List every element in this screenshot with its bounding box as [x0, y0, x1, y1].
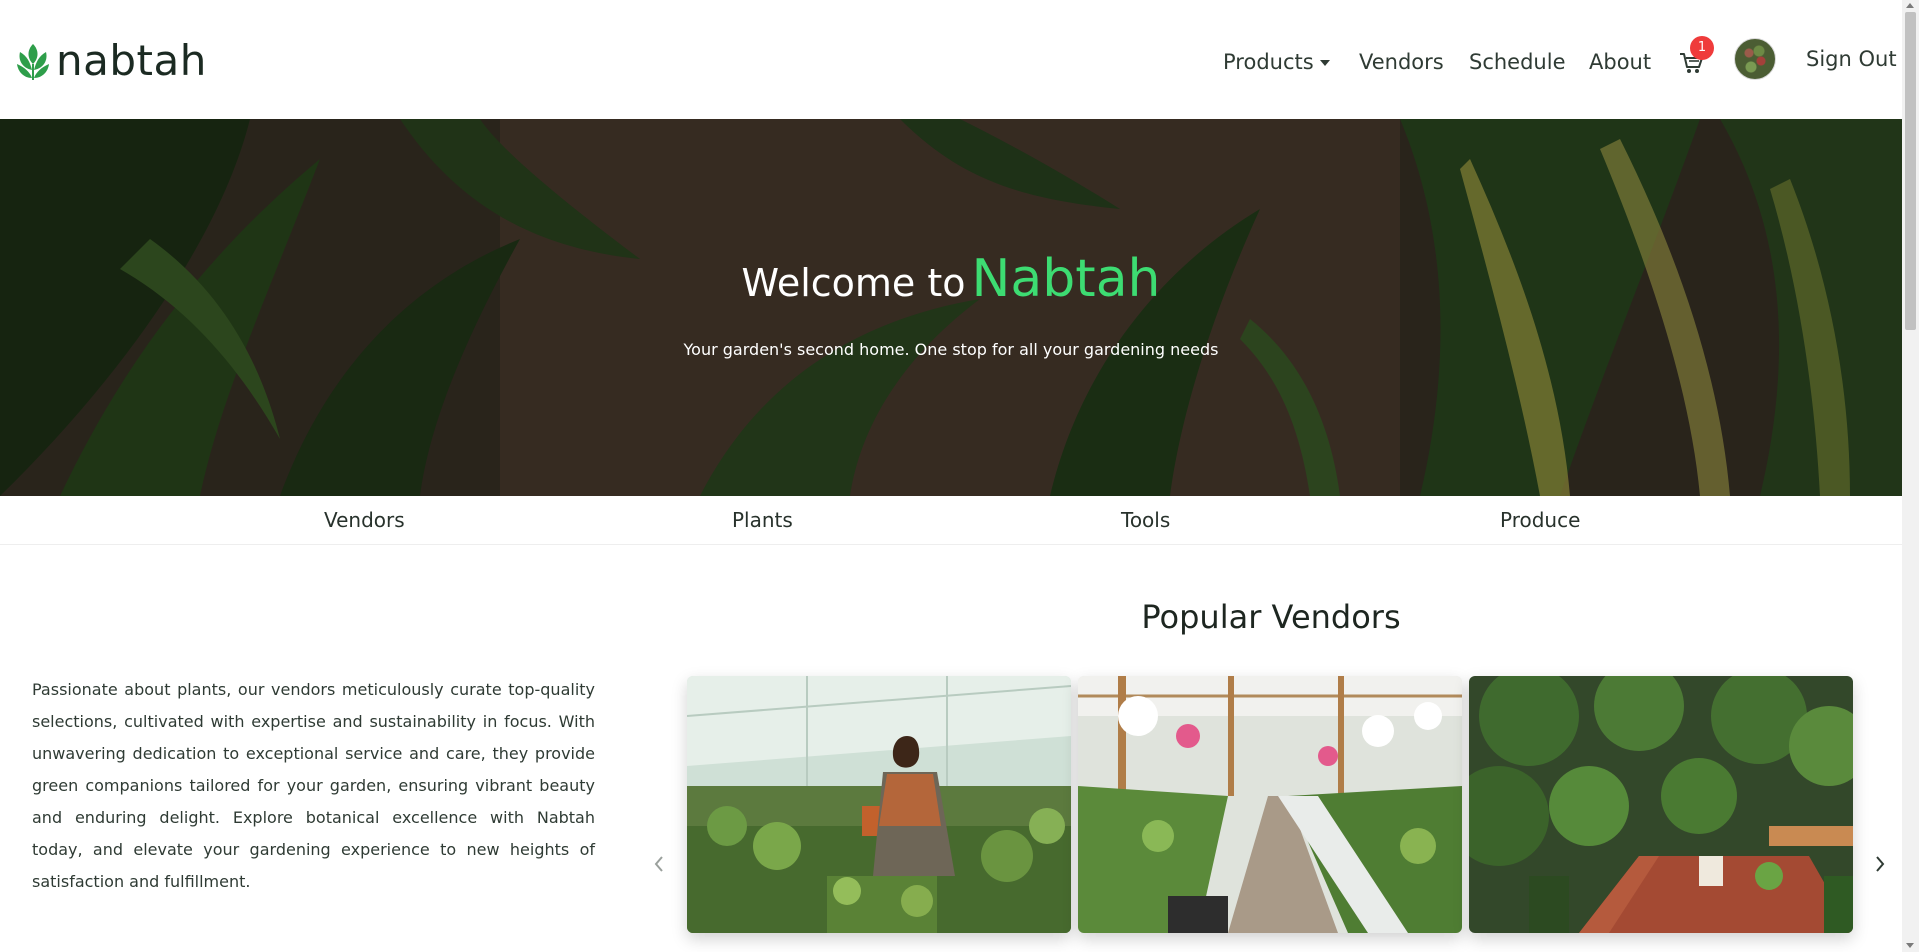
navbar: nabtah Products Vendors Schedule About 1…	[0, 0, 1902, 120]
user-avatar[interactable]	[1734, 38, 1776, 80]
category-produce[interactable]: Produce	[1500, 508, 1580, 532]
category-vendors[interactable]: Vendors	[324, 508, 405, 532]
nav-products-dropdown[interactable]: Products	[1223, 50, 1330, 74]
hero-title-accent: Nabtah	[971, 249, 1161, 309]
carousel-prev-icon[interactable]	[651, 854, 667, 874]
cart-count-badge: 1	[1690, 36, 1714, 60]
nav-products-label: Products	[1223, 50, 1314, 74]
hero-title: Welcome to Nabtah	[0, 249, 1902, 309]
caret-down-icon	[1319, 60, 1330, 66]
brand-name: nabtah	[56, 36, 207, 85]
vendor-card-3-image	[1469, 676, 1853, 933]
vendor-card-2[interactable]	[1078, 676, 1462, 933]
sign-out-link[interactable]: Sign Out	[1806, 47, 1897, 71]
scrollbar-thumb[interactable]	[1905, 12, 1916, 330]
vendor-card-3[interactable]	[1469, 676, 1853, 933]
nav-schedule-link[interactable]: Schedule	[1469, 50, 1566, 74]
nav-vendors-link[interactable]: Vendors	[1359, 50, 1444, 74]
scroll-down-arrow-icon[interactable]	[1906, 943, 1914, 948]
category-plants[interactable]: Plants	[732, 508, 793, 532]
hero-subtitle: Your garden's second home. One stop for …	[683, 340, 1219, 359]
vendor-card-2-image	[1078, 676, 1462, 933]
vendor-card-1[interactable]	[687, 676, 1071, 933]
nav-about-link[interactable]: About	[1589, 50, 1651, 74]
hero-banner: Welcome to Nabtah Your garden's second ho…	[0, 119, 1902, 496]
category-tools[interactable]: Tools	[1121, 508, 1170, 532]
popular-vendors-title: Popular Vendors	[1141, 598, 1401, 636]
brand-link[interactable]: nabtah	[14, 40, 207, 82]
scroll-up-arrow-icon[interactable]	[1906, 3, 1914, 8]
category-bar: Vendors Plants Tools Produce	[0, 496, 1902, 545]
leaf-logo-icon	[17, 44, 49, 80]
vendors-description: Passionate about plants, our vendors met…	[32, 680, 595, 891]
carousel-next-icon[interactable]	[1872, 854, 1888, 874]
vendor-card-1-image	[687, 676, 1071, 933]
hero-title-prefix: Welcome to	[741, 261, 966, 305]
